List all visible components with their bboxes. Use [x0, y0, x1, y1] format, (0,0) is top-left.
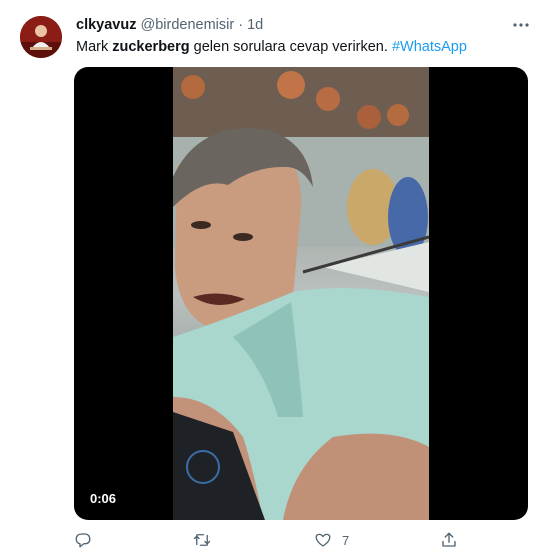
tweet-text-part: Mark: [76, 39, 113, 55]
tweet-header: clkyavuz @birdenemisir · 1d: [76, 16, 263, 34]
retweet-icon: [193, 534, 211, 546]
like-count: 7: [342, 532, 350, 548]
video-frame: [173, 67, 429, 520]
display-name[interactable]: clkyavuz: [76, 17, 136, 33]
user-handle[interactable]: @birdenemisir: [141, 17, 235, 33]
avatar-image: [20, 16, 62, 58]
tweet-card[interactable]: clkyavuz @birdenemisir · 1d Mark zuckerb…: [0, 0, 548, 554]
video-duration: 0:06: [90, 491, 117, 506]
tweet-text: Mark zuckerberg gelen sorulara cevap ver…: [76, 38, 467, 56]
avatar[interactable]: [20, 16, 62, 58]
video-player[interactable]: 0:06: [74, 67, 528, 520]
reply-button[interactable]: [74, 530, 102, 550]
hashtag-link[interactable]: #WhatsApp: [392, 39, 467, 55]
heart-icon: [315, 533, 331, 547]
separator-dot: ·: [238, 17, 244, 33]
more-options-button[interactable]: [510, 14, 532, 36]
timestamp[interactable]: 1d: [247, 17, 263, 33]
tweet-actions: 7: [74, 530, 544, 550]
tweet-text-part: gelen sorulara cevap verirken.: [189, 39, 392, 55]
reply-icon: [75, 533, 91, 548]
share-button[interactable]: [440, 530, 458, 550]
retweet-button[interactable]: [192, 530, 222, 550]
more-dots-icon: [513, 23, 529, 27]
tweet-text-bold: zuckerberg: [112, 39, 190, 55]
share-icon: [442, 532, 456, 547]
like-button[interactable]: 7: [314, 530, 349, 550]
